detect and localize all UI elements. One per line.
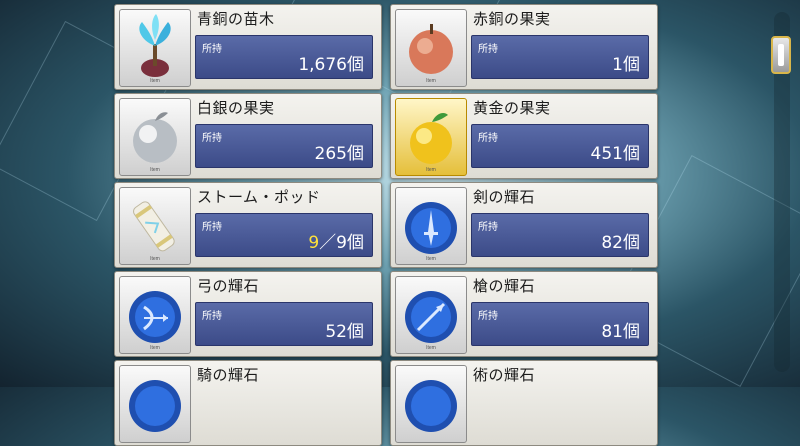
quantity-label: 所持 — [202, 311, 222, 322]
thumb-label: Item — [150, 345, 160, 351]
quantity-value: 81個 — [601, 322, 640, 342]
rider-gem-icon — [129, 380, 181, 432]
sapling-icon — [139, 14, 171, 77]
scrollbar-thumb[interactable] — [771, 36, 791, 74]
item-thumbnail: Item — [119, 187, 191, 265]
item-thumbnail: Item — [395, 9, 467, 87]
item-card[interactable]: Item 赤銅の果実 所持 1個 — [390, 4, 658, 90]
item-thumbnail — [395, 365, 467, 443]
quantity-value: 451個 — [590, 144, 640, 164]
quantity-label: 所持 — [478, 311, 498, 322]
item-card[interactable]: Item 剣の輝石 所持 82個 — [390, 182, 658, 268]
thumb-label: Item — [426, 345, 436, 351]
quantity-max: ／9個 — [319, 233, 364, 253]
quantity-box: 所持 265個 — [195, 124, 373, 168]
thumb-label: Item — [426, 78, 436, 84]
item-thumbnail: Item — [395, 187, 467, 265]
item-name: 剣の輝石 — [473, 188, 536, 206]
item-card[interactable]: Item 弓の輝石 所持 52個 — [114, 271, 382, 357]
item-name: ストーム・ポッド — [197, 188, 321, 206]
lancer-gem-icon — [405, 291, 457, 343]
item-card[interactable]: Item 青銅の苗木 所持 1,676個 — [114, 4, 382, 90]
item-card[interactable]: Item 白銀の果実 所持 265個 — [114, 93, 382, 179]
quantity-label: 所持 — [202, 222, 222, 233]
saber-gem-icon — [405, 202, 457, 254]
item-thumbnail: Item — [395, 98, 467, 176]
caster-gem-icon — [405, 380, 457, 432]
item-name: 白銀の果実 — [197, 99, 275, 117]
storm-pod-icon — [133, 201, 175, 252]
quantity-current: 9 — [308, 233, 320, 253]
item-card[interactable]: Item ストーム・ポッド 所持 9／9個 — [114, 182, 382, 268]
quantity-box: 所持 1,676個 — [195, 35, 373, 79]
thumb-label: Item — [150, 256, 160, 262]
item-name: 黄金の果実 — [473, 99, 551, 117]
item-card[interactable]: Item 槍の輝石 所持 81個 — [390, 271, 658, 357]
quantity-box: 所持 81個 — [471, 302, 649, 346]
item-card[interactable]: 騎の輝石 — [114, 360, 382, 446]
quantity-box: 所持 52個 — [195, 302, 373, 346]
item-thumbnail: Item — [119, 98, 191, 176]
thumb-label: Item — [150, 167, 160, 173]
quantity-label: 所持 — [478, 44, 498, 55]
archer-gem-icon — [129, 291, 181, 343]
quantity-label: 所持 — [478, 133, 498, 144]
item-name: 青銅の苗木 — [197, 10, 275, 28]
quantity-box: 所持 1個 — [471, 35, 649, 79]
quantity-value: 52個 — [325, 322, 364, 342]
item-name: 槍の輝石 — [473, 277, 536, 295]
quantity-value: 1,676個 — [298, 55, 364, 75]
quantity-label: 所持 — [478, 222, 498, 233]
quantity-value: 1個 — [612, 55, 640, 75]
silver-apple-icon — [133, 112, 177, 163]
thumb-label: Item — [150, 78, 160, 84]
item-thumbnail: Item — [395, 276, 467, 354]
item-name: 赤銅の果実 — [473, 10, 551, 28]
item-thumbnail — [119, 365, 191, 443]
item-name: 術の輝石 — [473, 366, 536, 384]
quantity-box: 所持 9／9個 — [195, 213, 373, 257]
gold-apple-icon — [410, 113, 452, 164]
item-card[interactable]: Item 黄金の果実 所持 451個 — [390, 93, 658, 179]
item-card[interactable]: 術の輝石 — [390, 360, 658, 446]
quantity-value: 9／9個 — [308, 228, 364, 253]
item-thumbnail: Item — [119, 9, 191, 87]
quantity-label: 所持 — [202, 44, 222, 55]
thumb-label: Item — [426, 256, 436, 262]
quantity-value: 265個 — [314, 144, 364, 164]
bronze-apple-icon — [409, 24, 453, 74]
quantity-value: 82個 — [601, 233, 640, 253]
thumb-label: Item — [426, 167, 436, 173]
quantity-box: 所持 451個 — [471, 124, 649, 168]
item-thumbnail: Item — [119, 276, 191, 354]
quantity-box: 所持 82個 — [471, 213, 649, 257]
item-name: 騎の輝石 — [197, 366, 260, 384]
item-name: 弓の輝石 — [197, 277, 260, 295]
quantity-label: 所持 — [202, 133, 222, 144]
